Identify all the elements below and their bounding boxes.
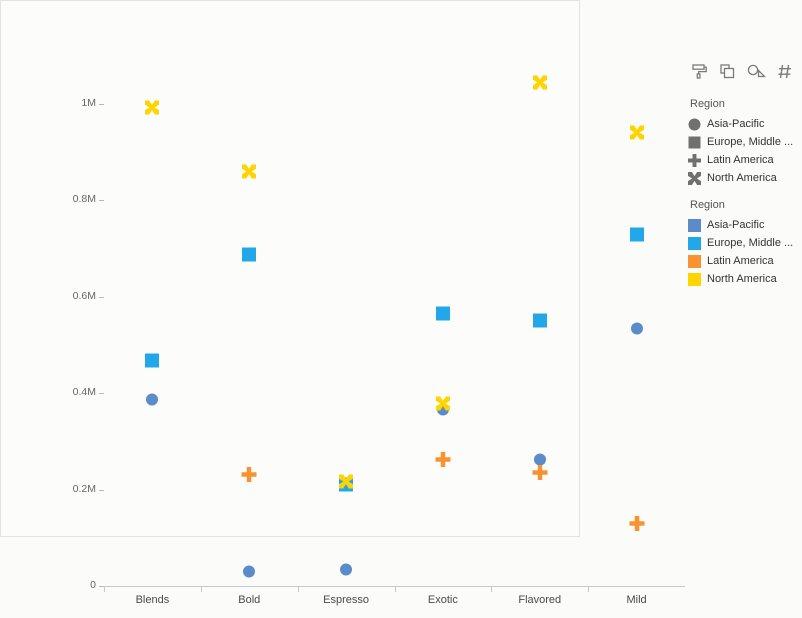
data-point-marker[interactable]	[629, 125, 644, 142]
x-axis-tick-label: Bold	[238, 594, 261, 606]
legend-item[interactable]: Europe, Middle ...	[688, 133, 800, 151]
data-point-marker[interactable]	[532, 464, 548, 483]
y-axis-tick-label: 0.2M	[72, 482, 96, 495]
legend-item-label: North America	[707, 172, 777, 184]
data-point-marker[interactable]	[532, 313, 547, 331]
data-point-marker[interactable]	[630, 322, 643, 338]
legend-item-label: Latin America	[707, 255, 774, 267]
legend-toolbar	[688, 62, 800, 84]
y-axis-tick-label: 0	[90, 579, 96, 591]
legend-item-label: Europe, Middle ...	[707, 237, 794, 249]
y-axis-tick-label: 0.8M	[72, 193, 96, 206]
legend-panel: Region Asia-Pacific Europe, Middle ... Lati…	[688, 62, 800, 300]
y-axis-tick-label: 0.4M	[72, 386, 96, 399]
swatch-legend-icon	[688, 236, 701, 250]
data-point-marker[interactable]	[629, 227, 644, 245]
data-point-marker[interactable]	[629, 516, 645, 534]
data-point-marker[interactable]	[241, 467, 257, 485]
legend-item[interactable]: North America	[688, 270, 800, 288]
y-axis-tick-mark	[99, 104, 104, 105]
x-axis-tick-label: Espresso	[323, 594, 369, 606]
data-point-marker[interactable]	[435, 451, 451, 470]
legend-item[interactable]: Europe, Middle ...	[688, 234, 800, 252]
legend-item-label: Asia-Pacific	[707, 219, 765, 231]
legend-title: Region	[690, 199, 725, 211]
x-axis-tick-label: Exotic	[427, 594, 458, 606]
legend-item-label: Asia-Pacific	[707, 118, 765, 130]
x-axis-tick-mark	[104, 587, 105, 592]
cross-legend-icon	[688, 153, 701, 167]
data-point-marker[interactable]	[146, 393, 159, 409]
visualization-canvas: Category Drop for Column + + + + Drop fo…	[0, 0, 802, 618]
legend-title: Region	[690, 98, 725, 110]
legend-item[interactable]: Asia-Pacific	[688, 216, 800, 234]
square-legend-icon	[688, 136, 701, 149]
legend-item[interactable]: Latin America	[688, 252, 800, 270]
legend-item-label: Latin America	[707, 154, 774, 166]
data-point-marker[interactable]	[532, 75, 547, 93]
legend-item-label: Europe, Middle ...	[707, 136, 794, 148]
legend-block: Region Asia-Pacific Europe, Middle ... Lati…	[688, 199, 800, 288]
x-axis-tick-label: Flavored	[518, 594, 562, 606]
x-axis-tick-mark	[200, 587, 202, 592]
data-point-marker[interactable]	[145, 100, 160, 117]
x-axis-tick-label: Mild	[626, 594, 647, 606]
data-point-marker[interactable]	[242, 164, 257, 181]
data-point-marker[interactable]	[243, 565, 256, 581]
y-axis-tick-mark	[99, 393, 104, 395]
data-point-marker[interactable]	[435, 306, 450, 324]
data-point-marker[interactable]	[435, 396, 450, 414]
x-axis-tick-label: Blends	[135, 594, 170, 606]
x-axis-tick-mark	[491, 587, 493, 592]
data-point-marker[interactable]	[339, 474, 354, 492]
y-axis-tick-label: 1M	[81, 97, 96, 109]
circle-triangle-icon[interactable]	[747, 63, 767, 83]
x-axis-tick-mark	[394, 587, 396, 592]
data-point-marker[interactable]	[340, 563, 353, 579]
x-axis-tick-mark	[588, 587, 590, 592]
data-point-marker[interactable]	[145, 353, 160, 371]
swatch-legend-icon	[688, 218, 701, 232]
legend-item-label: North America	[707, 273, 777, 285]
copy-shape-icon[interactable]	[719, 63, 736, 83]
hash-size-icon[interactable]	[777, 63, 794, 83]
swatch-legend-icon	[688, 272, 701, 286]
plot-area	[0, 0, 580, 537]
x-axis-tick-mark	[297, 587, 299, 592]
legend-item[interactable]: Latin America	[688, 151, 800, 169]
legend-item[interactable]: North America	[688, 169, 800, 187]
y-axis-tick-mark	[99, 200, 104, 202]
swatch-legend-icon	[688, 254, 701, 268]
paint-roller-icon[interactable]	[691, 63, 708, 83]
y-axis-tick-label: 0.6M	[72, 289, 96, 302]
legend-block: Region Asia-Pacific Europe, Middle ... Lati…	[688, 98, 800, 187]
x-legend-icon	[688, 171, 701, 185]
data-point-marker[interactable]	[242, 247, 257, 265]
legend-item[interactable]: Asia-Pacific	[688, 115, 800, 133]
y-axis-tick-mark	[99, 489, 104, 491]
circle-legend-icon	[688, 118, 701, 131]
y-axis-tick-mark	[99, 296, 104, 298]
